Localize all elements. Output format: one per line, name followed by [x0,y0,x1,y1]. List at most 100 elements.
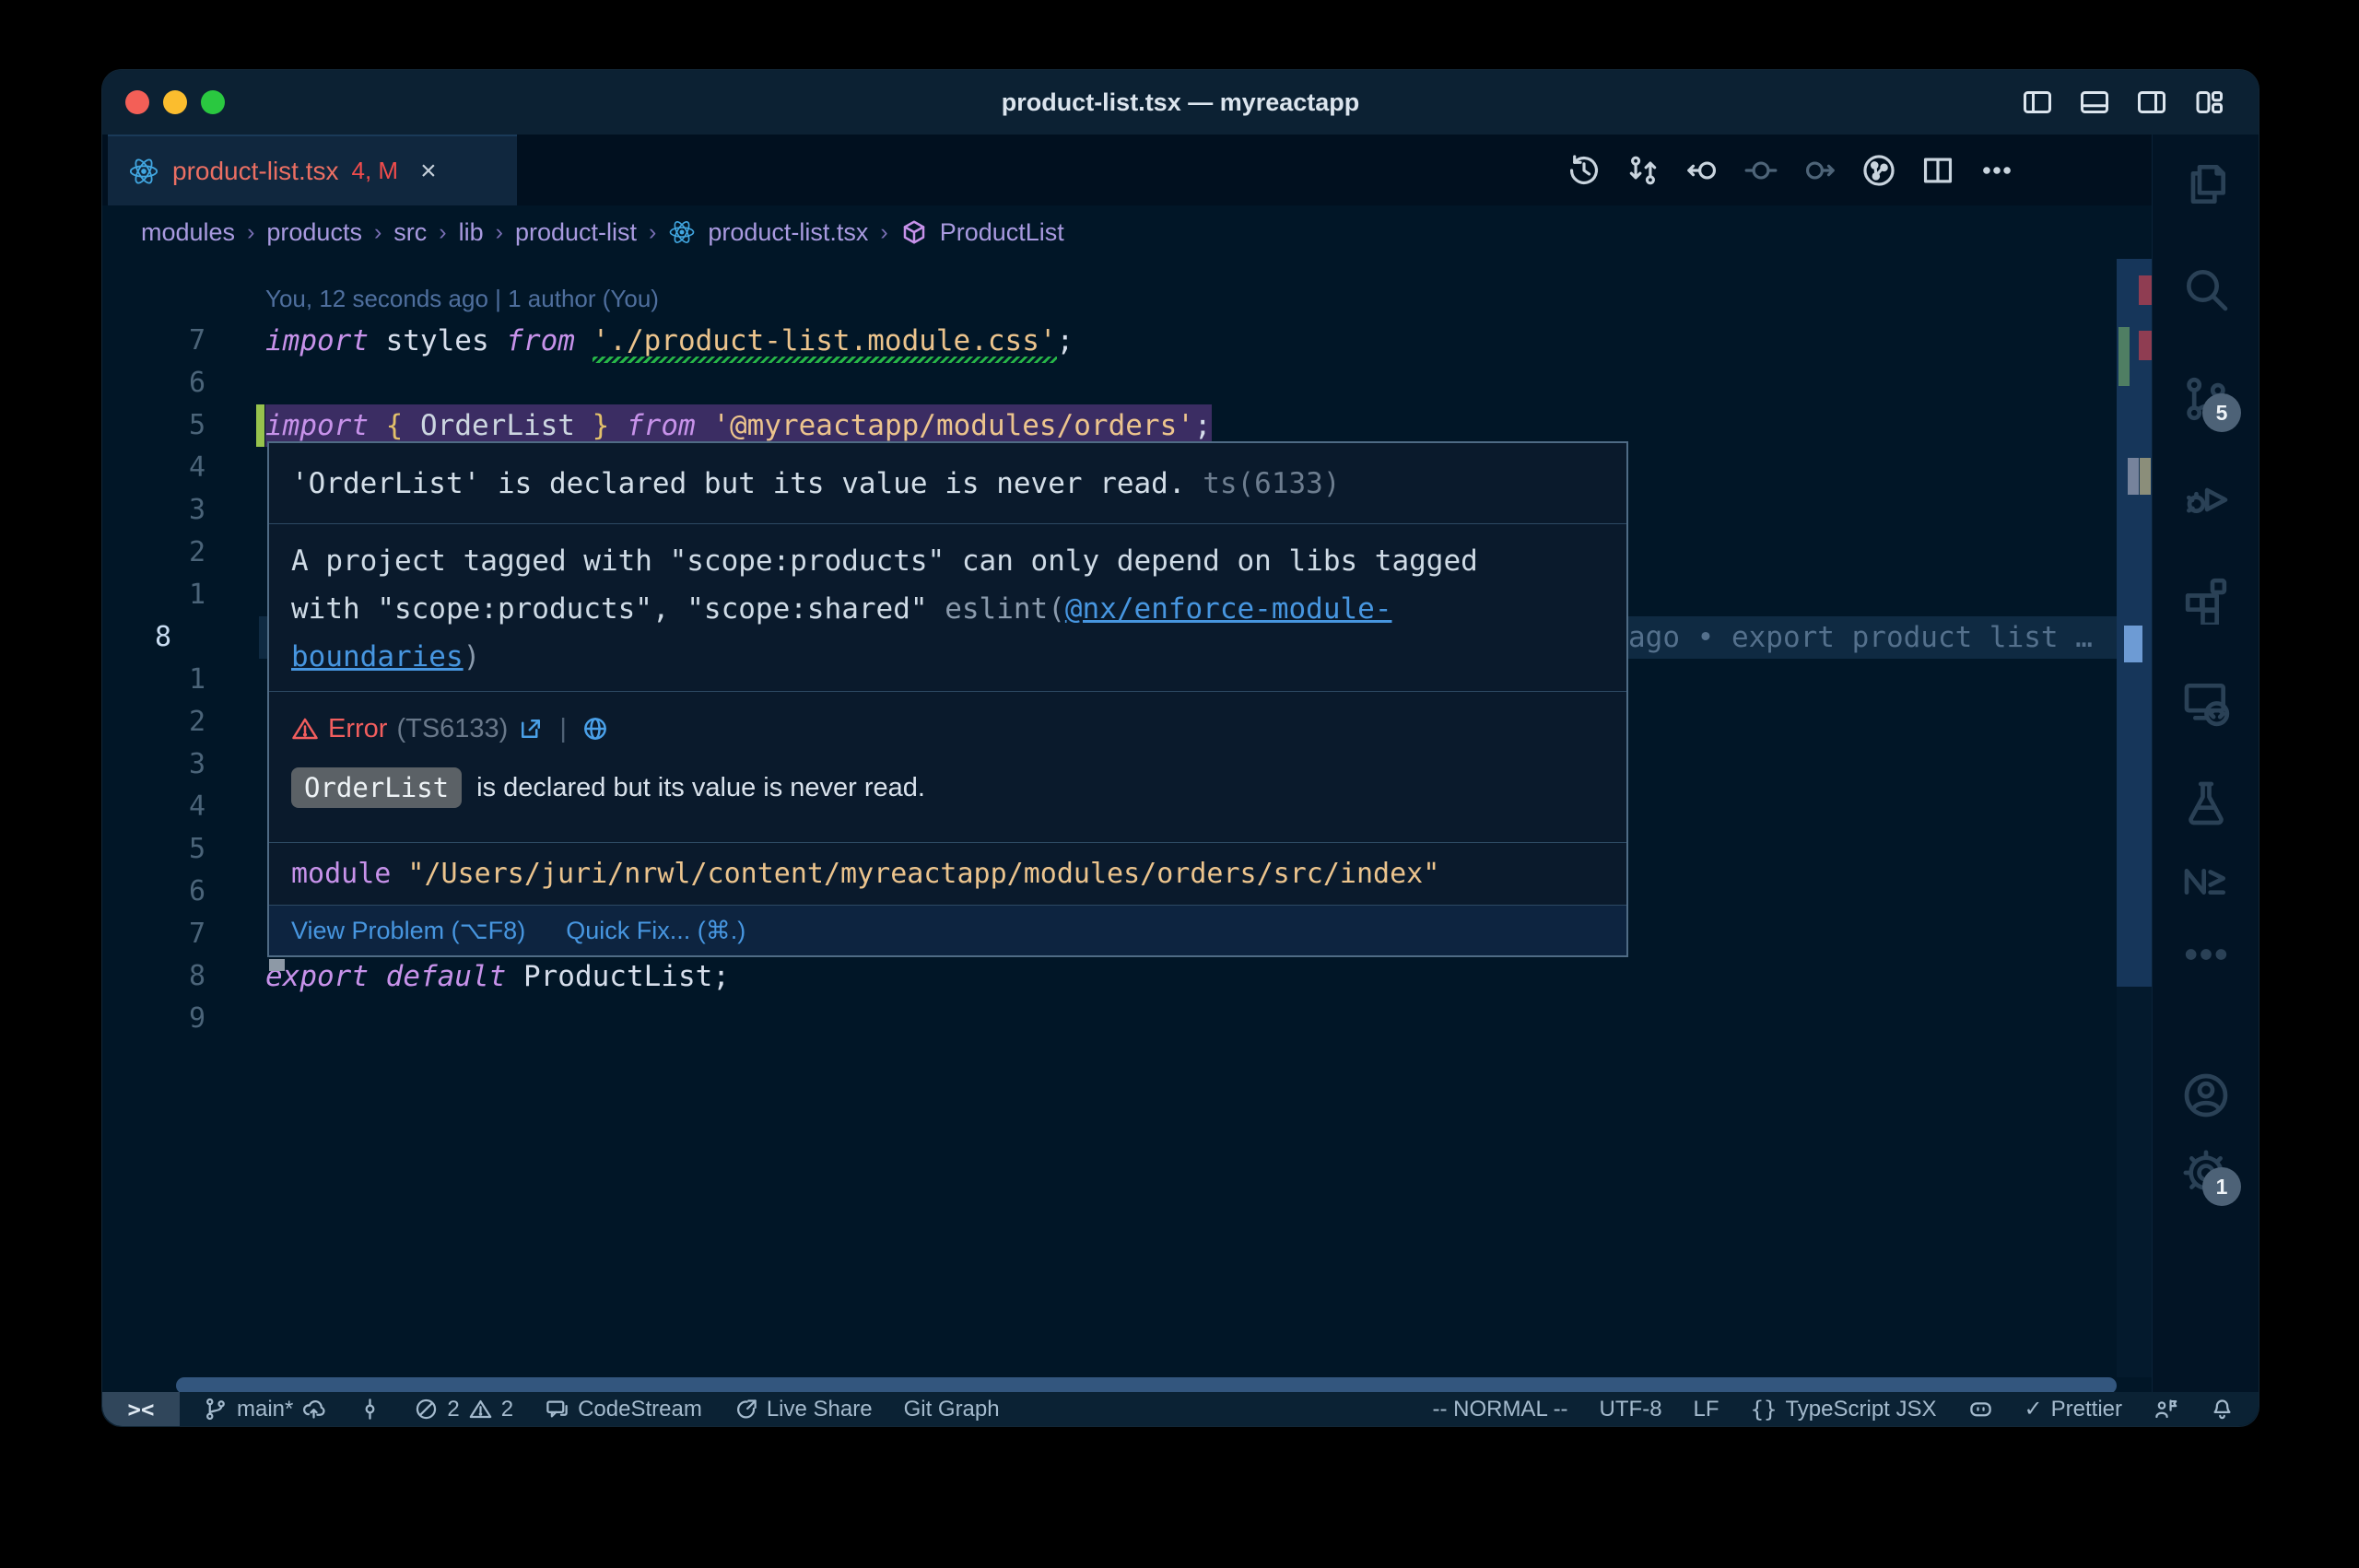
eol-status[interactable]: LF [1694,1397,1719,1422]
module-keyword: module [291,858,391,890]
feedback-icon[interactable] [2154,1397,2178,1422]
error-count: 2 [447,1397,459,1422]
timeline-icon[interactable] [1567,153,1602,188]
encoding-status[interactable]: UTF-8 [1600,1397,1662,1422]
toggle-panel-icon[interactable] [2078,86,2111,119]
tab-bar: product-list.tsx 4, M × [102,135,2152,205]
problems-status[interactable]: 2 2 [414,1397,513,1422]
scm-badge: 5 [2202,393,2241,432]
line-number: 3 [102,743,205,786]
breadcrumb-item[interactable]: products [266,218,362,247]
hover-resize-handle[interactable] [269,959,285,971]
line-number: 4 [102,447,205,489]
symbol-cube-icon [900,218,928,246]
live-share-status[interactable]: Live Share [734,1397,873,1422]
line-number: 8 [102,955,205,998]
hover-actions: View Problem (⌥F8) Quick Fix... (⌘.) [269,906,1626,955]
current-change-icon[interactable] [1743,153,1778,188]
copilot-icon[interactable] [1968,1397,1993,1422]
error-detail-section: Error(TS6133) | OrderList is declared bu… [269,692,1626,843]
tab-close-icon[interactable]: × [420,156,437,187]
prettier-status[interactable]: ✓ Prettier [2025,1396,2122,1422]
remote-explorer-icon[interactable] [2180,677,2232,729]
line-number: 1 [102,574,205,616]
warning-triangle-icon [468,1397,493,1422]
breadcrumb-symbol[interactable]: ProductList [940,218,1064,247]
customize-layout-icon[interactable] [2192,86,2225,119]
tab-problem-badge: 4, M [352,157,399,185]
cloud-upload-icon [301,1397,326,1422]
next-change-icon[interactable] [1802,153,1837,188]
breadcrumb-separator: › [247,219,254,246]
eslint-rule-link[interactable]: boundaries [291,640,464,673]
explorer-icon[interactable] [2180,158,2232,210]
settings-badge: 1 [2202,1167,2241,1206]
toggle-primary-sidebar-icon[interactable] [2021,86,2054,119]
notifications-bell-icon[interactable] [2210,1397,2235,1422]
language-status[interactable]: {} TypeScript JSX [1751,1397,1937,1422]
breadcrumb-separator: › [649,219,656,246]
remote-indicator[interactable]: >< [102,1392,180,1426]
git-graph-view-icon[interactable] [1861,153,1896,188]
search-icon[interactable] [2180,263,2232,315]
breadcrumb-item[interactable]: src [393,218,427,247]
breadcrumb-file[interactable]: product-list.tsx [708,218,868,247]
previous-change-icon[interactable] [1684,153,1719,188]
separator: | [559,714,567,744]
nx-console-icon[interactable] [2180,856,2232,907]
git-graph-status[interactable]: Git Graph [904,1397,1000,1422]
open-changes-icon[interactable] [1625,153,1661,188]
view-problem-button[interactable]: View Problem (⌥F8) [291,917,525,945]
comment-bubble-icon [545,1397,569,1422]
warning-count: 2 [501,1397,513,1422]
more-views-icon[interactable] [2180,929,2232,980]
module-path-row: module "/Users/juri/nrwl/content/myreact… [269,843,1626,906]
toggle-secondary-sidebar-icon[interactable] [2135,86,2168,119]
line-number: 2 [102,701,205,743]
line-number: 5 [102,404,205,447]
breadcrumb-item[interactable]: modules [141,218,235,247]
branch-status[interactable]: main* [204,1397,326,1422]
code-line-export-default: export default ProductList; [265,955,730,998]
source-control-icon[interactable]: 5 [2180,373,2232,425]
error-mark [2139,331,2152,360]
check-icon: ✓ [2025,1396,2043,1422]
editor-actions [1567,135,2014,205]
module-path: "/Users/juri/nrwl/content/myreactapp/mod… [391,858,1439,890]
eslint-rule-link[interactable]: @nx/enforce-module- [1065,592,1392,626]
react-icon [128,156,159,187]
line-number: 7 [102,913,205,955]
extensions-icon[interactable] [2180,573,2232,625]
line-number: 3 [102,489,205,532]
breadcrumb-item[interactable]: product-list [515,218,637,247]
split-editor-icon[interactable] [1920,153,1955,188]
settings-gear-icon[interactable]: 1 [2180,1147,2232,1199]
codestream-label: CodeStream [578,1397,702,1422]
line-number: 1 [102,659,205,701]
eslint-source-prefix: eslint( [945,592,1065,626]
line-number: 5 [102,828,205,871]
more-actions-icon[interactable] [1979,153,2014,188]
breadcrumb-item[interactable]: lib [459,218,484,247]
react-icon [668,218,696,246]
testing-beaker-icon[interactable] [2180,778,2232,829]
globe-icon[interactable] [581,715,609,743]
overview-ruler[interactable] [2117,259,2154,1377]
live-share-icon [734,1397,758,1422]
selection-mark [2140,458,2151,495]
live-share-label: Live Share [767,1397,873,1422]
account-icon[interactable] [2180,1070,2232,1121]
quick-fix-button[interactable]: Quick Fix... (⌘.) [566,917,745,945]
gitlens-blame-annotation: You, 12 seconds ago | 1 author (You) [265,277,659,320]
codestream-status[interactable]: CodeStream [545,1397,702,1422]
external-link-icon[interactable] [517,715,545,743]
git-commit-status[interactable] [358,1397,382,1422]
tab-product-list[interactable]: product-list.tsx 4, M × [108,135,517,205]
vim-mode-indicator[interactable]: -- NORMAL -- [1432,1397,1567,1422]
git-graph-label: Git Graph [904,1397,1000,1422]
git-added-gutter-bar [256,404,264,447]
line-number: 2 [102,532,205,574]
git-commit-icon [358,1397,382,1422]
run-debug-icon[interactable] [2180,471,2232,522]
branch-name: main* [237,1397,293,1422]
